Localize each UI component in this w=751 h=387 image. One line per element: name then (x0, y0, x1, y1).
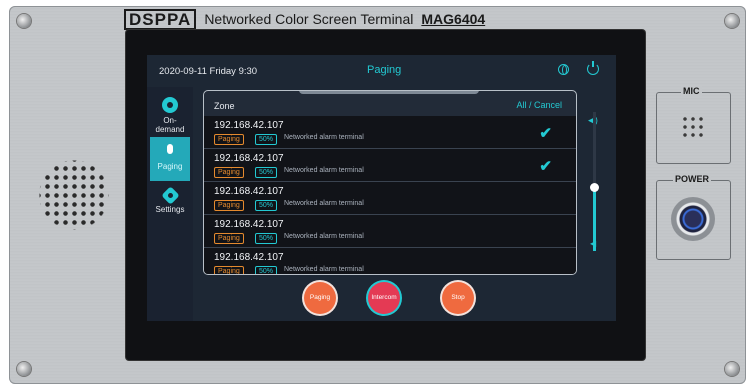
screw-bottom-left (17, 362, 31, 376)
sidebar-item-label: On-demand (155, 116, 185, 134)
list-item[interactable]: 192.168.42.107 Paging 50% Networked alar… (204, 149, 576, 182)
list-item[interactable]: 192.168.42.107 Paging 50% Networked alar… (204, 215, 576, 248)
touch-screen: 2020-09-11 Friday 9:30 Paging On-demand … (147, 55, 616, 321)
zone-description: Networked alarm terminal (284, 200, 364, 207)
zone-panel: Zone All / Cancel 192.168.42.107 Paging … (203, 90, 577, 275)
percent-badge: 50% (255, 266, 278, 274)
sidebar: On-demand Paging Settings (147, 87, 193, 321)
sidebar-item-settings[interactable]: Settings (150, 183, 190, 227)
zone-description: Networked alarm terminal (284, 134, 364, 141)
list-item[interactable]: 192.168.42.107 Paging 50% Networked alar… (204, 182, 576, 215)
all-cancel-link[interactable]: All / Cancel (516, 100, 562, 110)
zone-description: Networked alarm terminal (284, 167, 364, 174)
screw-bottom-right (725, 362, 739, 376)
percent-badge: 50% (255, 134, 278, 145)
check-icon: ✔ (539, 125, 552, 142)
brand-logo: DSPPA (124, 8, 197, 30)
paging-button[interactable]: Paging (304, 282, 336, 314)
power-button[interactable] (671, 197, 715, 241)
brand-header: DSPPA Networked Color Screen Terminal MA… (124, 8, 485, 30)
zone-ip: 192.168.42.107 (214, 153, 284, 164)
zone-ip: 192.168.42.107 (214, 186, 284, 197)
zone-title: Zone (214, 101, 235, 111)
percent-badge: 50% (255, 233, 278, 244)
product-title: Networked Color Screen Terminal (204, 11, 414, 27)
volume-down-icon: ◀ (590, 239, 597, 248)
list-item[interactable]: 192.168.42.107 Paging 50% Networked alar… (204, 116, 576, 149)
screw-top-left (17, 14, 31, 28)
sidebar-item-label: Paging (157, 162, 183, 171)
screw-top-right (725, 14, 739, 28)
mic-grille (681, 115, 705, 139)
zone-description: Networked alarm terminal (284, 233, 364, 240)
globe-icon[interactable] (558, 64, 569, 75)
gear-icon (160, 186, 180, 205)
zone-description: Networked alarm terminal (284, 266, 364, 273)
screen-title: Paging (367, 64, 402, 76)
mode-badge: Paging (214, 266, 244, 274)
power-icon[interactable] (587, 61, 599, 75)
sidebar-item-on-demand[interactable]: On-demand (150, 91, 190, 135)
product-model: MAG6404 (421, 11, 486, 27)
zone-ip: 192.168.42.107 (214, 120, 284, 131)
disc-icon (162, 97, 178, 113)
mode-badge: Paging (214, 134, 244, 145)
zone-header: Zone All / Cancel (204, 91, 576, 116)
zone-ip: 192.168.42.107 (214, 252, 284, 263)
status-bar: 2020-09-11 Friday 9:30 Paging (147, 55, 616, 87)
percent-badge: 50% (255, 167, 278, 178)
intercom-button[interactable]: Intercom (368, 282, 400, 314)
zone-ip: 192.168.42.107 (214, 219, 284, 230)
volume-slider-knob[interactable] (590, 183, 599, 192)
check-icon: ✔ (539, 158, 552, 175)
list-item[interactable]: 192.168.42.107 Paging 50% Networked alar… (204, 248, 576, 274)
sidebar-item-label: Settings (155, 205, 185, 214)
sidebar-item-paging[interactable]: Paging (150, 137, 190, 181)
mic-icon (162, 143, 178, 159)
mode-badge: Paging (214, 200, 244, 211)
speaker-grille (34, 155, 114, 235)
percent-badge: 50% (255, 200, 278, 211)
mode-badge: Paging (214, 167, 244, 178)
stop-button[interactable]: Stop (442, 282, 474, 314)
power-label: POWER (673, 174, 712, 184)
mode-badge: Paging (214, 233, 244, 244)
mic-label: MIC (681, 86, 702, 96)
power-module: POWER (656, 174, 731, 260)
mic-module: MIC (656, 86, 731, 164)
datetime: 2020-09-11 Friday 9:30 (159, 66, 258, 77)
